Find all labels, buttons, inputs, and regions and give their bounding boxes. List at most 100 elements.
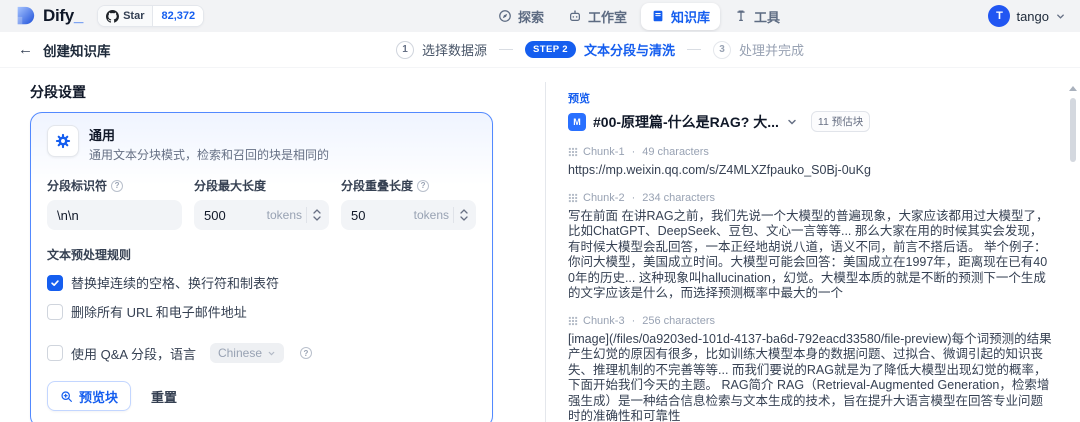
stepper-down-icon xyxy=(460,216,468,221)
top-navigation-bar: Dify_ Star 82,372 探索 工作室 知识库 工具 T tango xyxy=(0,0,1080,32)
step-3-label: 处理并完成 xyxy=(739,43,805,58)
chunk-item-1: Chunk-1 · 49 characters https://mp.weixi… xyxy=(568,146,1054,179)
rule-remove-urls-checkbox[interactable] xyxy=(47,303,63,320)
qa-language-value: Chinese xyxy=(217,346,262,360)
zoom-in-icon xyxy=(61,390,72,402)
chunk-text: [image](/files/0a9203ed-101d-4137-ba6d-7… xyxy=(568,331,1052,422)
knowledge-icon xyxy=(653,10,663,22)
qa-segmentation-checkbox[interactable] xyxy=(47,345,63,361)
preview-chunks-button[interactable]: 预览块 xyxy=(47,381,132,411)
user-name: tango xyxy=(1016,8,1049,24)
explore-icon xyxy=(499,10,511,22)
help-icon[interactable]: ? xyxy=(111,179,124,192)
star-count: 82,372 xyxy=(152,6,204,26)
chunk-char-count: 49 characters xyxy=(642,146,709,158)
chunk-name: Chunk-1 xyxy=(583,146,625,158)
step-1-number: 1 xyxy=(396,40,414,59)
delimiter-label: 分段标识符 xyxy=(47,179,108,193)
tools-icon xyxy=(737,10,745,22)
stepper-up-icon xyxy=(460,209,468,214)
back-button[interactable]: ← 创建知识库 xyxy=(0,40,111,60)
step-indicator: 1 选择数据源 STEP 2 文本分段与清洗 3 处理并完成 xyxy=(396,40,804,59)
back-arrow-icon: ← xyxy=(18,41,33,58)
preprocess-rules-title: 文本预处理规则 xyxy=(47,248,132,262)
brand-name: Dify xyxy=(43,6,74,25)
dot-separator: · xyxy=(631,191,636,204)
star-label: Star xyxy=(123,10,145,22)
step-3: 3 处理并完成 xyxy=(713,40,804,59)
brand-suffix: _ xyxy=(73,6,84,25)
section-title: 分段设置 xyxy=(30,84,86,100)
rule-replace-whitespace-checkbox[interactable] xyxy=(47,274,63,291)
chunk-list: Chunk-1 · 49 characters https://mp.weixi… xyxy=(568,146,1054,422)
nav-label: 工具 xyxy=(754,9,781,25)
nav-label: 知识库 xyxy=(671,9,711,25)
step-3-number: 3 xyxy=(713,40,731,59)
help-icon[interactable]: ? xyxy=(417,179,430,192)
nav-item-tools[interactable]: 工具 xyxy=(724,3,790,30)
step-1-label: 选择数据源 xyxy=(422,43,488,58)
stepper-down-icon xyxy=(313,216,321,221)
nav-label: 探索 xyxy=(518,9,545,25)
dify-brand[interactable]: Dify_ xyxy=(14,5,83,27)
qa-language-select[interactable]: Chinese xyxy=(209,343,284,363)
reset-button[interactable]: 重置 xyxy=(151,387,177,406)
nav-item-studio[interactable]: 工作室 xyxy=(558,3,637,30)
general-mode-icon-box xyxy=(47,125,79,157)
estimated-chunks-badge: 11 预估块 xyxy=(810,111,871,132)
chunk-text: https://mp.weixin.qq.com/s/Z4MLXZfpauko_… xyxy=(568,163,871,177)
step-separator xyxy=(687,49,701,50)
preview-chunks-label: 预览块 xyxy=(79,389,119,405)
max-length-input[interactable] xyxy=(204,207,267,223)
studio-icon xyxy=(570,10,581,21)
wizard-header: ← 创建知识库 1 选择数据源 STEP 2 文本分段与清洗 3 处理并完成 xyxy=(0,32,1080,68)
help-icon[interactable]: ? xyxy=(300,347,312,359)
general-mode-card[interactable]: 通用 通用文本分块模式，检索和召回的块是相同的 分段标识符? 分段最大长度 to… xyxy=(30,112,493,422)
chunk-settings-panel: 分段设置 通用 通用文本分块模式，检索和召回的块是相同的 分段标识符 ? \n\… xyxy=(0,68,545,422)
chunk-preview-panel: 预览 M #00-原理篇-什么是RAG? 大... 11 预估块 Chunk-1… xyxy=(545,82,1080,422)
delimiter-input[interactable] xyxy=(57,207,178,223)
markdown-file-icon: M xyxy=(568,112,586,131)
github-icon xyxy=(106,9,120,23)
scrollbar-thumb[interactable] xyxy=(1070,98,1076,162)
max-length-stepper[interactable] xyxy=(306,207,325,223)
main-nav: 探索 工作室 知识库 工具 xyxy=(488,0,790,32)
stepper-up-icon xyxy=(313,209,321,214)
overlap-stepper[interactable] xyxy=(453,207,472,223)
github-star-widget[interactable]: Star 82,372 xyxy=(97,5,205,27)
preview-label: 预览 xyxy=(568,93,590,105)
chunk-name: Chunk-3 xyxy=(583,314,625,327)
nav-label: 工作室 xyxy=(588,9,628,25)
gear-icon xyxy=(55,133,71,149)
preview-scrollbar[interactable] xyxy=(1068,82,1078,422)
rule-remove-urls-label: 删除所有 URL 和电子邮件地址 xyxy=(71,305,247,320)
chunk-char-count: 234 characters xyxy=(642,191,716,204)
overlap-label: 分段重叠长度 xyxy=(341,179,414,193)
chunk-item-2: Chunk-2 · 234 characters 写在前面 在讲RAG之前，我们… xyxy=(568,192,1054,302)
step-2-badge: STEP 2 xyxy=(525,41,576,58)
step-2-label: 文本分段与清洗 xyxy=(583,43,675,58)
step-2-current: STEP 2 文本分段与清洗 xyxy=(525,40,675,59)
overlap-input[interactable] xyxy=(351,207,414,223)
chevron-down-icon xyxy=(268,351,275,355)
chunk-char-count: 256 characters xyxy=(642,314,716,327)
general-mode-desc: 通用文本分块模式，检索和召回的块是相同的 xyxy=(89,148,330,162)
chunk-name: Chunk-2 xyxy=(583,191,625,204)
dot-separator: · xyxy=(631,146,636,158)
scroll-up-arrow-icon[interactable] xyxy=(1069,86,1077,91)
account-menu[interactable]: T tango xyxy=(988,5,1066,27)
general-mode-title: 通用 xyxy=(89,128,116,143)
page-title: 创建知识库 xyxy=(43,43,111,59)
chunk-grid-icon xyxy=(568,193,578,202)
chunk-text: 写在前面 在讲RAG之前，我们先说一个大模型的普遍现象，大家应该都用过大模型了，… xyxy=(568,208,1049,301)
user-avatar[interactable]: T xyxy=(988,5,1011,27)
max-length-label: 分段最大长度 xyxy=(194,179,267,193)
dify-logo-icon xyxy=(17,6,35,25)
nav-item-knowledge[interactable]: 知识库 xyxy=(641,2,721,30)
dot-separator: · xyxy=(631,314,636,327)
rule-replace-whitespace-label: 替换掉连续的空格、换行符和制表符 xyxy=(71,276,280,291)
qa-segmentation-label: 使用 Q&A 分段，语言 xyxy=(71,346,196,362)
nav-item-explore[interactable]: 探索 xyxy=(488,3,554,30)
document-selector[interactable]: M #00-原理篇-什么是RAG? 大... 11 预估块 xyxy=(568,111,1054,132)
overlap-unit: tokens xyxy=(413,208,449,222)
